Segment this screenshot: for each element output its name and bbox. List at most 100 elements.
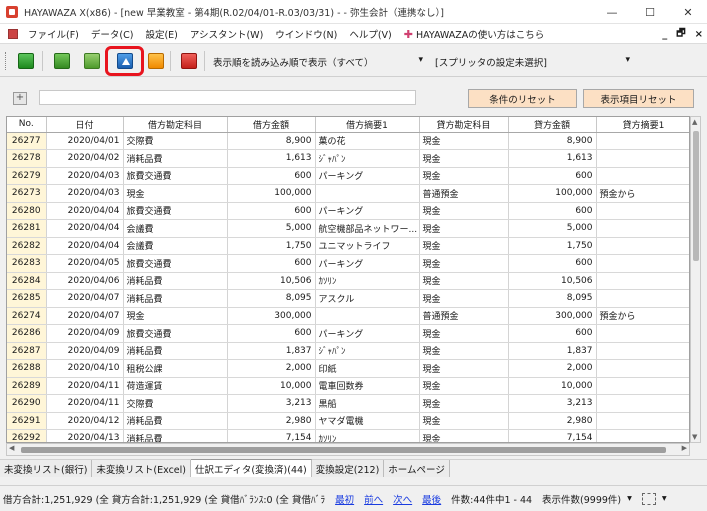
table-row[interactable]: 26291 2020/04/12 消耗品費 2,980 ヤマダ電機 現金 2,980 [7, 412, 689, 430]
table-cell[interactable]: ヤマダ電機 [315, 412, 420, 430]
table-cell[interactable]: 5,000 [508, 219, 597, 238]
table-cell[interactable]: 26292 [7, 429, 47, 442]
table-cell[interactable]: 26291 [7, 412, 47, 430]
table-cell[interactable]: 2020/04/09 [46, 342, 124, 360]
table-cell[interactable]: 100,000 [227, 184, 316, 203]
table-cell[interactable]: 2020/04/02 [46, 149, 124, 168]
filter-input[interactable] [39, 90, 416, 105]
table-cell[interactable]: 現金 [419, 132, 509, 150]
selection-icon[interactable] [641, 492, 656, 505]
table-cell[interactable]: 消耗品費 [123, 429, 228, 442]
table-cell[interactable]: 600 [508, 202, 597, 220]
horizontal-scrollbar[interactable]: ◀ ▶ [6, 443, 690, 456]
table-cell[interactable]: 2020/04/04 [46, 237, 124, 255]
table-cell[interactable]: 600 [227, 324, 316, 343]
table-cell[interactable]: アスクル [315, 289, 420, 308]
table-cell[interactable]: 現金 [419, 272, 509, 290]
table-row[interactable]: 26284 2020/04/06 消耗品費 10,506 ｶｿﾘﾝ 現金 10,506 [7, 272, 689, 290]
table-row[interactable]: 26280 2020/04/04 旅費交通費 600 パーキング 現金 600 [7, 202, 689, 220]
table-cell[interactable]: 電車回数券 [315, 377, 420, 395]
table-cell[interactable]: 10,506 [227, 272, 316, 290]
table-cell[interactable]: 現金 [123, 184, 228, 203]
table-cell[interactable]: 1,750 [227, 237, 316, 255]
table-row[interactable]: 26273 2020/04/03 現金 100,000 普通預金 100,000 預金から [7, 184, 689, 203]
table-cell[interactable]: 現金 [419, 219, 509, 238]
table-cell[interactable]: 旅費交通費 [123, 324, 228, 343]
table-cell[interactable] [315, 184, 420, 203]
table-cell[interactable]: パーキング [315, 324, 420, 343]
column-header[interactable]: 借方勘定科目 [123, 117, 228, 133]
table-cell[interactable]: 600 [508, 167, 597, 185]
table-row[interactable]: 26274 2020/04/07 現金 300,000 普通預金 300,000 預金から [7, 307, 689, 325]
table-row[interactable]: 26283 2020/04/05 旅費交通費 600 パーキング 現金 600 [7, 254, 689, 273]
table-cell[interactable]: 旅費交通費 [123, 167, 228, 185]
table-cell[interactable]: 2020/04/03 [46, 184, 124, 203]
table-cell[interactable]: 600 [508, 254, 597, 273]
table-cell[interactable]: 現金 [419, 289, 509, 308]
table-cell[interactable]: 交際費 [123, 394, 228, 413]
menu-window[interactable]: ウインドウ(N) [269, 27, 343, 41]
table-cell[interactable]: 1,837 [508, 342, 597, 360]
table-cell[interactable]: 2,980 [508, 412, 597, 430]
table-cell[interactable]: 2020/04/12 [46, 412, 124, 430]
table-cell[interactable]: パーキング [315, 167, 420, 185]
table-cell[interactable]: 8,095 [508, 289, 597, 308]
table-row[interactable]: 26287 2020/04/09 消耗品費 1,837 ｼﾞｬﾊﾟﾝ 現金 1,837 [7, 342, 689, 360]
table-row[interactable]: 26286 2020/04/09 旅費交通費 600 パーキング 現金 600 [7, 324, 689, 343]
display-count-select[interactable]: 表示件数(9999件) [542, 492, 621, 506]
table-cell[interactable]: 26277 [7, 132, 47, 150]
table-cell[interactable] [596, 394, 689, 413]
table-cell[interactable]: 預金から [596, 184, 689, 203]
table-cell[interactable]: 3,213 [508, 394, 597, 413]
table-cell[interactable]: 2020/04/10 [46, 359, 124, 378]
table-cell[interactable]: 600 [508, 324, 597, 343]
table-cell[interactable]: 旅費交通費 [123, 254, 228, 273]
table-cell[interactable]: 現金 [419, 202, 509, 220]
table-cell[interactable] [315, 307, 420, 325]
table-row[interactable]: 26281 2020/04/04 会議費 5,000 航空機部品ネットワー... 現金 5,… [7, 219, 689, 238]
table-cell[interactable]: 現金 [123, 307, 228, 325]
table-cell[interactable]: 26287 [7, 342, 47, 360]
vertical-scrollbar[interactable]: ▲ ▼ [690, 116, 701, 443]
table-cell[interactable]: 2020/04/06 [46, 272, 124, 290]
table-cell[interactable]: 2020/04/09 [46, 324, 124, 343]
chevron-down-icon[interactable]: ▾ [662, 493, 667, 504]
table-row[interactable]: 26279 2020/04/03 旅費交通費 600 パーキング 現金 600 [7, 167, 689, 185]
table-cell[interactable]: 5,000 [227, 219, 316, 238]
table-cell[interactable]: 2020/04/13 [46, 429, 124, 442]
table-cell[interactable] [596, 429, 689, 442]
last-page-link[interactable]: 最後 [422, 492, 441, 506]
table-cell[interactable]: 26288 [7, 359, 47, 378]
table-cell[interactable] [596, 219, 689, 238]
table-row[interactable]: 26290 2020/04/11 交際費 3,213 黒船 現金 3,213 [7, 394, 689, 413]
mdi-restore-button[interactable]: 🗗 [676, 26, 685, 43]
table-cell[interactable]: パーキング [315, 202, 420, 220]
table-cell[interactable] [596, 167, 689, 185]
table-cell[interactable]: 消耗品費 [123, 272, 228, 290]
table-cell[interactable] [596, 289, 689, 308]
table-cell[interactable]: 2020/04/04 [46, 219, 124, 238]
table-cell[interactable]: 現金 [419, 237, 509, 255]
table-cell[interactable]: 8,900 [227, 132, 316, 150]
table-row[interactable]: 26277 2020/04/01 交際費 8,900 菓の花 現金 8,900 [7, 132, 689, 150]
table-cell[interactable]: 26286 [7, 324, 47, 343]
table-cell[interactable]: 300,000 [227, 307, 316, 325]
save-icon[interactable] [54, 53, 70, 69]
export-icon[interactable] [148, 53, 164, 69]
splitter-select[interactable]: [スプリッタの設定未選択] ▾ [432, 53, 635, 70]
table-cell[interactable]: 26280 [7, 202, 47, 220]
scroll-right-icon[interactable]: ▶ [682, 444, 687, 452]
table-cell[interactable]: 2,000 [227, 359, 316, 378]
table-cell[interactable]: ｼﾞｬﾊﾟﾝ [315, 342, 420, 360]
delete-icon[interactable] [181, 53, 197, 69]
tab-conversion-settings[interactable]: 変換設定(212) [311, 460, 385, 477]
scroll-left-icon[interactable]: ◀ [9, 444, 14, 452]
menu-settings[interactable]: 設定(E) [139, 27, 183, 41]
table-cell[interactable]: 消耗品費 [123, 412, 228, 430]
new-icon[interactable] [18, 53, 34, 69]
chevron-down-icon[interactable]: ▾ [627, 493, 632, 504]
table-cell[interactable]: 10,506 [508, 272, 597, 290]
table-cell[interactable]: 8,900 [508, 132, 597, 150]
scrollbar-thumb[interactable] [21, 447, 666, 453]
table-cell[interactable]: 7,154 [227, 429, 316, 442]
